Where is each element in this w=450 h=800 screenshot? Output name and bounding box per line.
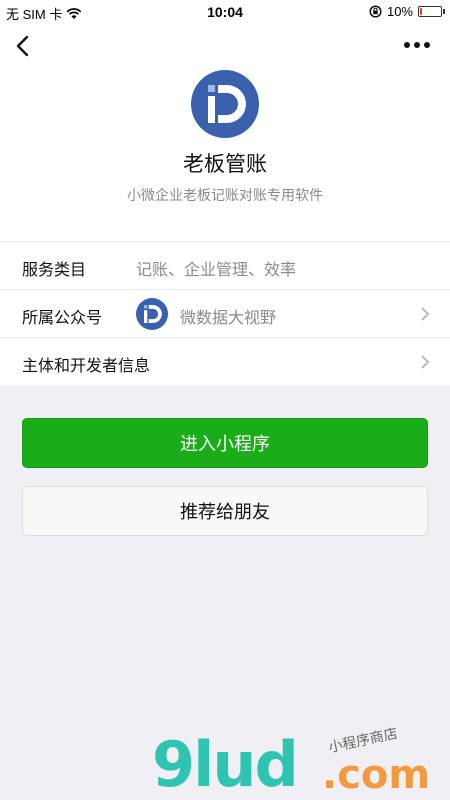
more-button[interactable]	[404, 40, 432, 50]
info-row-account[interactable]: 所属公众号 微数据大视野	[0, 289, 450, 337]
category-value: 记账、企业管理、效率	[136, 262, 297, 279]
more-dots-icon	[404, 42, 410, 48]
developer-label: 主体和开发者信息	[22, 358, 151, 375]
chevron-right-icon	[421, 355, 430, 369]
app-description: 小微企业老板记账对账专用软件	[127, 187, 323, 203]
watermark-logo: 9lud	[152, 728, 299, 800]
status-bar: 无 SIM 卡 10:04 10%	[0, 0, 450, 24]
watermark-domain: .com	[322, 752, 431, 798]
battery-fill	[420, 8, 422, 15]
back-button[interactable]	[12, 32, 36, 60]
app-logo	[191, 70, 259, 138]
account-logo-mark	[144, 305, 162, 323]
orientation-lock-icon	[369, 5, 382, 18]
enter-miniprogram-button[interactable]: 进入小程序	[22, 418, 428, 468]
account-avatar	[136, 298, 168, 330]
info-row-developer[interactable]: 主体和开发者信息	[0, 337, 450, 385]
more-dots-icon	[414, 42, 420, 48]
info-row-category: 服务类目 记账、企业管理、效率	[0, 241, 450, 289]
app-name: 老板管账	[183, 153, 267, 176]
info-list: 服务类目 记账、企业管理、效率 所属公众号 微数据大视野 主体和开发者信息	[0, 241, 450, 385]
chevron-left-icon	[16, 35, 29, 57]
status-right: 10%	[369, 4, 445, 19]
battery-icon	[418, 6, 445, 17]
recommend-to-friend-button[interactable]: 推荐给朋友	[22, 486, 428, 536]
app-profile-panel: 无 SIM 卡 10:04 10% 老板管账 小微企业老板记账对账专用软件 服务…	[0, 0, 450, 385]
account-value: 微数据大视野	[180, 310, 277, 327]
chevron-right-icon	[421, 307, 430, 321]
account-label: 所属公众号	[22, 310, 103, 327]
app-logo-mark	[208, 85, 246, 123]
more-dots-icon	[424, 42, 430, 48]
category-label: 服务类目	[22, 262, 87, 279]
battery-percent: 10%	[386, 4, 413, 19]
